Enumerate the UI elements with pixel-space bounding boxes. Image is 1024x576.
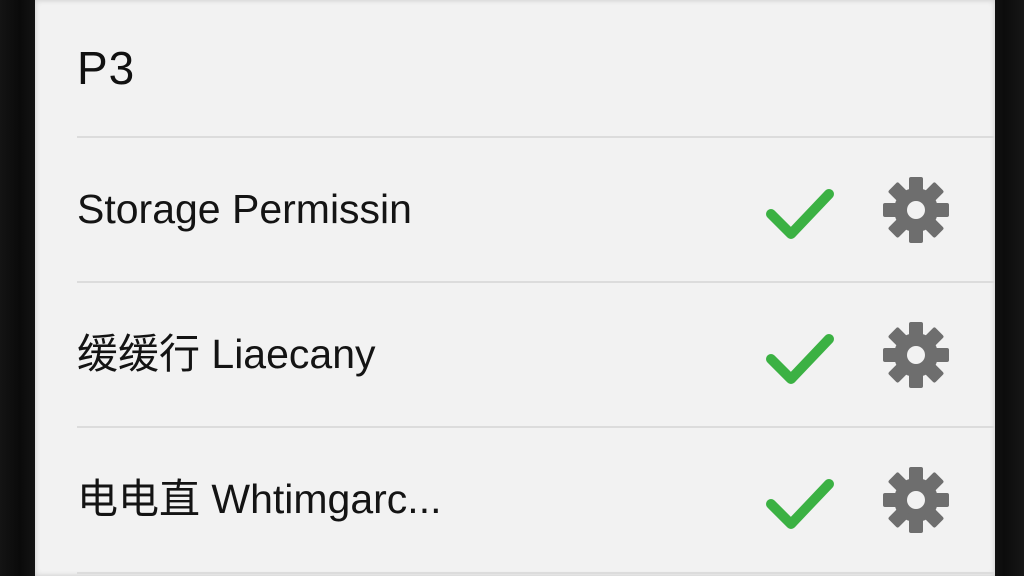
permission-row-storage[interactable]: Storage Permissin <box>35 137 995 281</box>
settings-screen: P3 Storage Permissin 缓缓行 Liaecany 电电直 Wh… <box>35 0 995 576</box>
row-label: 缓缓行 Liaecany <box>77 331 376 377</box>
checkmark-icon <box>766 189 834 239</box>
gear-icon[interactable] <box>883 177 949 243</box>
page-header: P3 <box>35 0 995 137</box>
row-label: Storage Permissin <box>77 186 412 232</box>
permission-row-3[interactable]: 电电直 Whtimgarc... <box>35 427 995 571</box>
checkmark-icon <box>766 334 834 384</box>
divider <box>77 572 995 574</box>
permission-row-2[interactable]: 缓缓行 Liaecany <box>35 282 995 426</box>
gear-icon[interactable] <box>883 467 949 533</box>
gear-icon[interactable] <box>883 322 949 388</box>
checkmark-icon <box>766 479 834 529</box>
row-label: 电电直 Whtimgarc... <box>77 476 442 522</box>
page-title: P3 <box>77 42 136 94</box>
